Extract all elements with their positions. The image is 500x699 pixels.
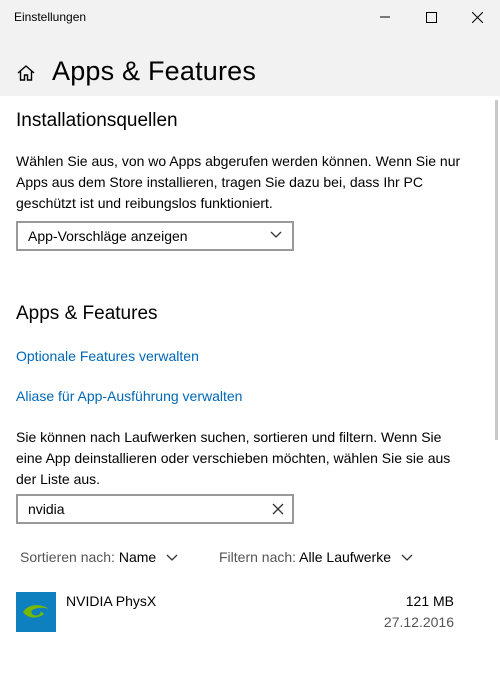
app-list-item[interactable]: NVIDIA PhysX 121 MB 27.12.2016: [0, 584, 480, 640]
settings-content: Installationsquellen Wählen Sie aus, von…: [0, 96, 500, 699]
apps-description: Sie können nach Laufwerken suchen, sorti…: [16, 429, 451, 487]
clear-search-icon[interactable]: [272, 503, 284, 515]
page-title: Apps & Features: [52, 56, 257, 86]
maximize-icon: [425, 11, 437, 23]
nvidia-icon: [16, 592, 56, 632]
chevron-down-icon: [401, 554, 413, 562]
filter-label: Filtern nach:: [219, 549, 297, 565]
installation-sources-heading: Installationsquellen: [16, 110, 178, 131]
app-size: 121 MB: [405, 593, 454, 609]
apps-features-heading: Apps & Features: [16, 303, 158, 324]
app-search-input[interactable]: nvidia: [16, 494, 294, 524]
close-icon: [471, 11, 483, 23]
app-source-selected: App-Vorschläge anzeigen: [28, 228, 188, 244]
page-header: Apps & Features: [0, 34, 500, 96]
app-alias-link[interactable]: Aliase für App-Ausführung verwalten: [16, 388, 242, 404]
home-icon: [17, 65, 35, 81]
filter-dropdown[interactable]: Filtern nach: Alle Laufwerke: [219, 549, 413, 565]
app-search-value: nvidia: [28, 501, 65, 517]
chevron-down-icon: [270, 231, 282, 238]
chevron-down-icon: [166, 554, 178, 562]
minimize-button[interactable]: [362, 0, 408, 34]
close-button[interactable]: [454, 0, 500, 34]
maximize-button[interactable]: [408, 0, 454, 34]
scrollbar[interactable]: [495, 100, 498, 440]
app-name: NVIDIA PhysX: [66, 593, 157, 609]
filter-value: Alle Laufwerke: [299, 549, 391, 565]
minimize-icon: [380, 16, 390, 18]
sort-dropdown[interactable]: Sortieren nach: Name: [20, 549, 178, 565]
app-source-dropdown[interactable]: App-Vorschläge anzeigen: [16, 221, 294, 251]
installation-sources-description: Wählen Sie aus, von wo Apps abgerufen we…: [16, 153, 461, 211]
title-bar: Einstellungen: [0, 0, 500, 34]
sort-value: Name: [118, 549, 157, 565]
app-install-date: 27.12.2016: [383, 614, 454, 630]
home-button[interactable]: [16, 63, 36, 83]
window-title: Einstellungen: [14, 10, 87, 24]
sort-label: Sortieren nach:: [20, 549, 115, 565]
optional-features-link[interactable]: Optionale Features verwalten: [16, 348, 199, 364]
